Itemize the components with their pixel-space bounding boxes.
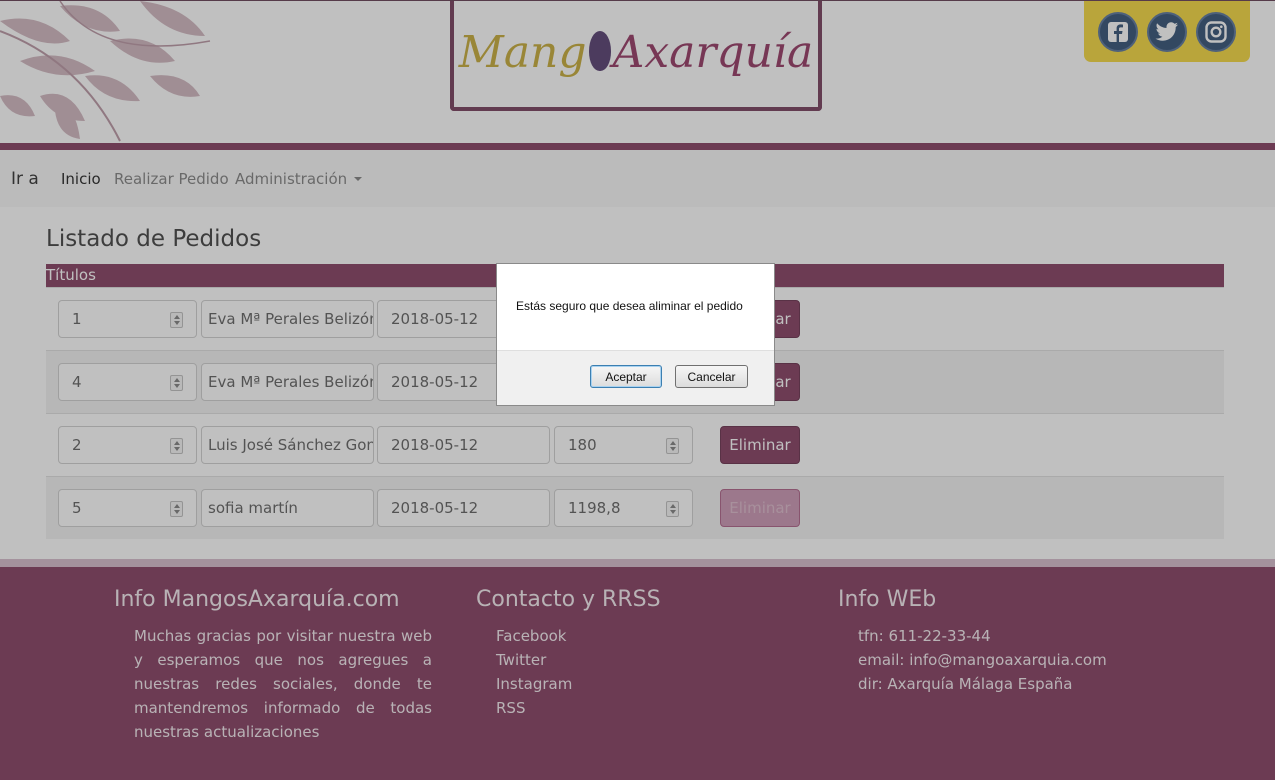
dialog-message: Estás seguro que desea aliminar el pedid… [516, 299, 743, 313]
accept-button[interactable]: Aceptar [590, 365, 662, 388]
dialog-footer: Aceptar Cancelar [497, 350, 774, 405]
confirm-dialog: Estás seguro que desea aliminar el pedid… [496, 263, 775, 406]
cancel-button[interactable]: Cancelar [675, 365, 748, 388]
